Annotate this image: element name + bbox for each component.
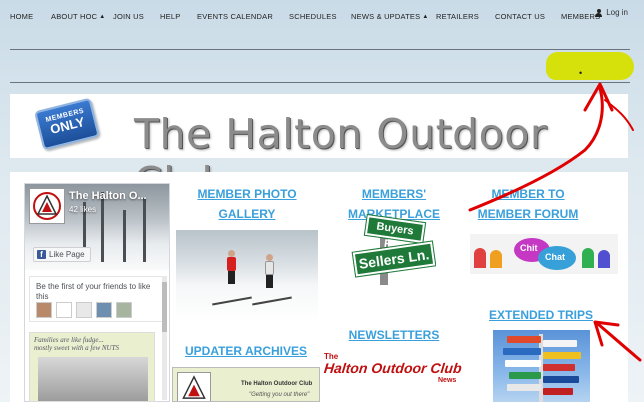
avatar[interactable] [56, 302, 72, 318]
facebook-page-name[interactable]: The Halton O... [69, 190, 147, 202]
friend-avatars [36, 302, 132, 318]
newsletter-image[interactable]: The Halton Outdoor Club News [322, 352, 464, 402]
main-nav [10, 49, 630, 83]
nav-members[interactable]: MEMBERS [561, 12, 600, 21]
nav-help[interactable]: HELP [160, 12, 180, 21]
facebook-post-image[interactable]: Families are like fudge... mostly sweet … [29, 332, 155, 402]
nav-schedules[interactable]: SCHEDULES [289, 12, 337, 21]
member-photo-gallery-link[interactable]: MEMBER PHOTO GALLERY [194, 184, 300, 224]
facebook-widget: The Halton O... 42 likes f Like Page Be … [24, 183, 170, 402]
avatar[interactable] [36, 302, 52, 318]
facebook-friends-text: Be the first of your friends to like thi… [36, 282, 151, 301]
facebook-friends-box: Be the first of your friends to like thi… [29, 276, 165, 322]
avatar[interactable] [76, 302, 92, 318]
facebook-scrollbar[interactable] [162, 276, 167, 400]
newsletters-link[interactable]: NEWSLETTERS [340, 325, 448, 345]
extended-trips-signpost-image[interactable] [493, 330, 590, 402]
avatar[interactable] [96, 302, 112, 318]
nav-about[interactable]: ABOUT HOC ▲ [51, 12, 105, 21]
facebook-cover-photo[interactable]: The Halton O... 42 likes f Like Page [25, 184, 169, 270]
login-label: Log in [606, 8, 628, 17]
member-forum-link[interactable]: MEMBER TO MEMBER FORUM [474, 184, 582, 224]
nav-join-us[interactable]: JOIN US [113, 12, 144, 21]
marketplace-sign-image[interactable]: Buyers Rd. Sellers Ln. [336, 213, 436, 285]
updater-archives-link[interactable]: UPDATER ARCHIVES [184, 341, 308, 361]
forum-chit-chat-image[interactable]: Chit Chat [470, 234, 618, 274]
nav-retailers[interactable]: RETAILERS [436, 12, 479, 21]
banner: MEMBERS ONLY The Halton Outdoor Club [10, 94, 628, 206]
club-logo-icon [177, 372, 211, 401]
updater-archives-image[interactable]: The Halton Outdoor Club "Getting you out… [172, 367, 320, 402]
caret-up-icon: ▲ [422, 13, 429, 20]
caret-up-icon: ▲ [99, 13, 106, 20]
members-only-badge: MEMBERS ONLY [34, 97, 100, 151]
extended-trips-link[interactable]: EXTENDED TRIPS [486, 305, 596, 325]
facebook-like-button[interactable]: f Like Page [33, 247, 91, 262]
nav-home[interactable]: HOME [10, 12, 33, 21]
member-photo-gallery-image[interactable] [176, 230, 318, 323]
nav-events-calendar[interactable]: EVENTS CALENDAR [197, 12, 273, 21]
avatar[interactable] [116, 302, 132, 318]
nav-news-updates[interactable]: NEWS & UPDATES ▲ [351, 12, 428, 21]
nav-contact-us[interactable]: CONTACT US [495, 12, 545, 21]
club-logo-icon [29, 188, 65, 224]
nav-active-dot: • [579, 68, 583, 78]
facebook-likes-count: 42 likes [69, 205, 97, 214]
facebook-icon: f [37, 250, 46, 259]
